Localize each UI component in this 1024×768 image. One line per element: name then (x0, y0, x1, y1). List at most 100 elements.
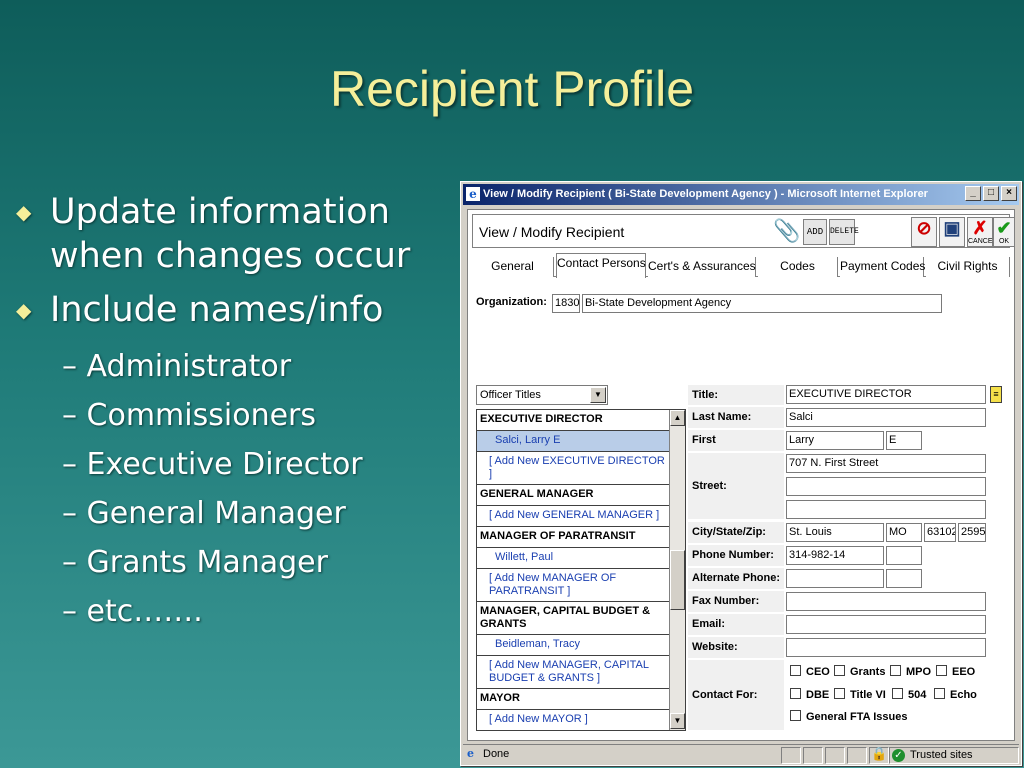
phone-label: Phone Number: (688, 545, 784, 566)
red-x-icon: ✗ (972, 218, 988, 238)
add-new-officer-link[interactable]: [ Add New EXECUTIVE DIRECTOR ] (477, 452, 671, 485)
list-scrollbar[interactable]: ▲ ▼ (669, 410, 685, 730)
officer-category: GENERAL MANAGER (477, 485, 671, 506)
status-cell (825, 747, 845, 764)
minimize-button[interactable]: _ (965, 186, 981, 201)
alt-phone-field[interactable] (786, 569, 884, 588)
title-vi-checkbox[interactable]: Title VI (834, 688, 886, 701)
alt-phone-ext-field[interactable] (886, 569, 922, 588)
state-field[interactable]: MO (886, 523, 922, 542)
zip-field[interactable]: 63102 (924, 523, 956, 542)
eeo-checkbox[interactable]: EEO (936, 665, 975, 678)
form-title: View / Modify Recipient (479, 224, 625, 240)
zip4-field[interactable]: 2595 (958, 523, 986, 542)
zone-cell: ✓ Trusted sites (889, 747, 1019, 764)
status-cell (781, 747, 801, 764)
ok-button[interactable]: ✔ OK (993, 217, 1015, 247)
city-field[interactable]: St. Louis (786, 523, 884, 542)
last-name-label: Last Name: (688, 407, 784, 428)
mpo-checkbox[interactable]: MPO (890, 665, 931, 678)
street-line-3[interactable] (786, 500, 986, 519)
lock-icon: 🔒 (871, 746, 888, 761)
tab-contact-persons[interactable]: Contact Persons (556, 253, 646, 278)
initial-field[interactable]: E (886, 431, 922, 450)
officer-titles-value: Officer Titles (480, 389, 541, 401)
tab-certs-assurances[interactable]: Cert's & Assurances (648, 257, 756, 277)
officer-list-items: EXECUTIVE DIRECTOR Salci, Larry E[ Add Ne… (477, 410, 671, 730)
status-cell (803, 747, 823, 764)
phone-field[interactable]: 314-982-14 (786, 546, 884, 565)
bullet-include: ◆ Include names/info (16, 290, 384, 330)
ceo-checkbox[interactable]: CEO (790, 665, 830, 678)
tab-general[interactable]: General (472, 257, 554, 277)
slide-title: Recipient Profile (329, 61, 695, 117)
general-fta-checkbox[interactable]: General FTA Issues (790, 710, 907, 723)
organization-label: Organization: (476, 296, 547, 308)
diamond-bullet-icon: ◆ (16, 200, 32, 224)
scroll-up-icon[interactable]: ▲ (670, 410, 685, 426)
echo-checkbox[interactable]: Echo (934, 688, 977, 701)
ie-window: e View / Modify Recipient ( Bi-State Dev… (460, 181, 1022, 766)
maximize-button[interactable]: □ (983, 186, 999, 201)
checkmark-icon: ✔ (996, 218, 1012, 238)
close-button[interactable]: × (1001, 186, 1017, 201)
add-new-officer-link[interactable]: [ Add New MANAGER, CAPITAL BUDGET & GRAN… (477, 656, 671, 689)
tab-payment-codes[interactable]: Payment Codes (840, 257, 925, 277)
chevron-down-icon[interactable]: ▼ (590, 387, 606, 403)
window-titlebar[interactable]: e View / Modify Recipient ( Bi-State Dev… (463, 184, 1019, 205)
check-circle-icon: ✓ (892, 749, 905, 762)
phone-ext-field[interactable] (886, 546, 922, 565)
email-label: Email: (688, 614, 784, 635)
fax-label: Fax Number: (688, 591, 784, 612)
officer-category: MANAGER OF PARATRANSIT (477, 527, 671, 548)
street-line-2[interactable] (786, 477, 986, 496)
street-line-1[interactable]: 707 N. First Street (786, 454, 986, 473)
ie-logo-icon: e (466, 187, 480, 201)
status-cell (847, 747, 867, 764)
officer-person[interactable]: Willett, Paul (477, 548, 671, 569)
bullet-update: ◆ Update information when changes occur (16, 192, 411, 276)
add-new-officer-link[interactable]: [ Add New MANAGER OF PARATRANSIT ] (477, 569, 671, 602)
add-new-officer-link[interactable]: [ Add New MAYOR ] (477, 710, 671, 730)
dbe-checkbox[interactable]: DBE (790, 688, 829, 701)
list-lookup-icon[interactable]: ≡ (990, 386, 1002, 403)
sub-bullet: – Administrator (62, 349, 292, 384)
organization-id: 1830 (552, 294, 580, 313)
officer-category: MANAGER, CAPITAL BUDGET & GRANTS (477, 602, 671, 635)
grants-checkbox[interactable]: Grants (834, 665, 885, 678)
alt-phone-label: Alternate Phone: (688, 568, 784, 589)
email-field[interactable] (786, 615, 986, 634)
sub-bullet: – Executive Director (62, 447, 363, 482)
tab-codes[interactable]: Codes (758, 257, 838, 277)
officer-list: EXECUTIVE DIRECTOR Salci, Larry E[ Add Ne… (476, 409, 686, 731)
status-bar: e Done 🔒 ✓ Trusted sites (463, 744, 1019, 764)
officer-person[interactable]: Beidleman, Tracy (477, 635, 671, 656)
diamond-bullet-icon: ◆ (16, 298, 32, 322)
floppy-icon: ▣ (943, 218, 961, 238)
officer-person[interactable]: Salci, Larry E (477, 431, 671, 452)
scroll-down-icon[interactable]: ▼ (670, 713, 685, 729)
paperclip-icon[interactable]: 📎 (773, 217, 800, 247)
fax-field[interactable] (786, 592, 986, 611)
delete-button[interactable]: DELETE (829, 219, 859, 245)
print-button[interactable]: ⊘ (911, 217, 937, 247)
tab-bar: General Contact Persons Cert's & Assuran… (472, 253, 1010, 278)
add-new-officer-link[interactable]: [ Add New GENERAL MANAGER ] (477, 506, 671, 527)
tab-civil-rights[interactable]: Civil Rights (926, 257, 1010, 277)
last-name-field[interactable]: Salci (786, 408, 986, 427)
officer-category: EXECUTIVE DIRECTOR (477, 410, 671, 431)
cancel-button[interactable]: ✗ CANCEL (967, 217, 996, 247)
officer-titles-select[interactable]: Officer Titles ▼ (476, 385, 608, 405)
first-name-label: First Name/Initial: (688, 430, 784, 467)
status-text: Done (483, 748, 510, 760)
add-button[interactable]: ADD (803, 219, 827, 245)
first-name-field[interactable]: Larry (786, 431, 884, 450)
website-field[interactable] (786, 638, 986, 657)
form-toolbar: View / Modify Recipient 📎 ADD DELETE ⊘ ▣… (472, 214, 1015, 248)
window-title: View / Modify Recipient ( Bi-State Devel… (483, 188, 928, 200)
page-content: View / Modify Recipient 📎 ADD DELETE ⊘ ▣… (467, 209, 1015, 741)
title-field[interactable]: EXECUTIVE DIRECTOR (786, 385, 986, 404)
scroll-thumb[interactable] (670, 550, 685, 610)
save-button[interactable]: ▣ (939, 217, 965, 247)
504-checkbox[interactable]: 504 (892, 688, 926, 701)
